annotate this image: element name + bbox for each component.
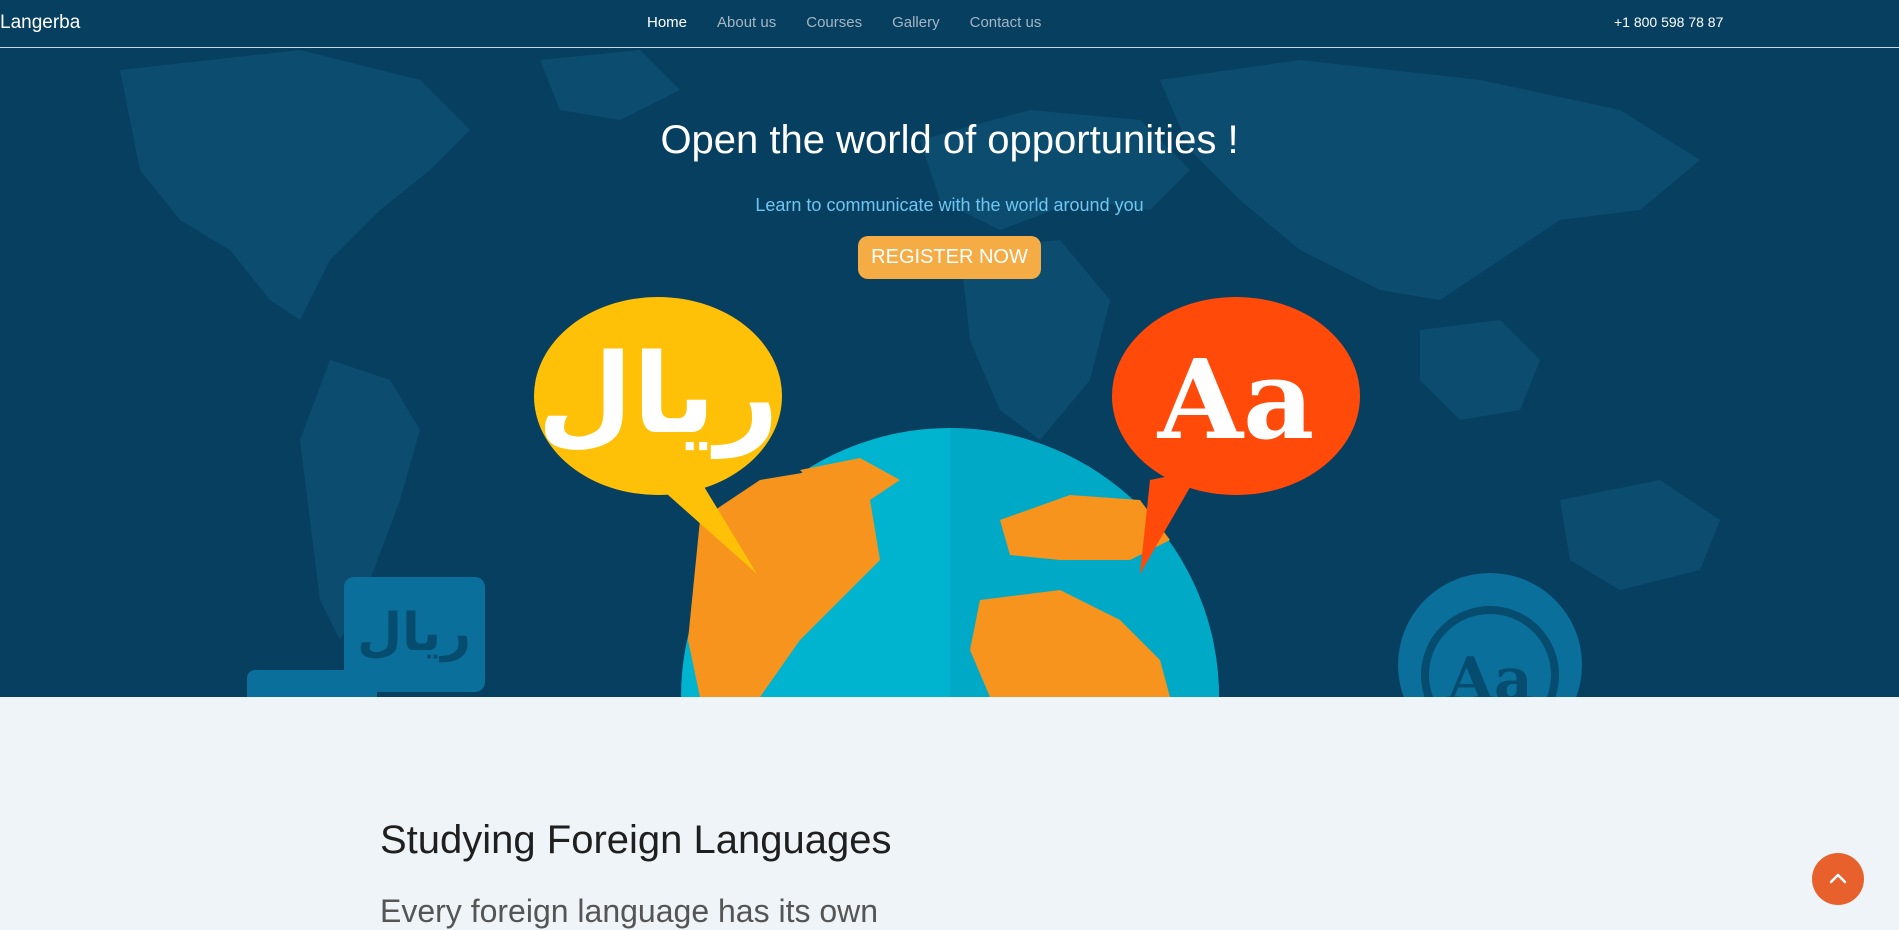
- small-right-circle-text: Aa: [1446, 645, 1532, 697]
- nav-item: About us: [717, 14, 776, 32]
- chevron-up-icon: [1829, 873, 1847, 884]
- scroll-to-top-button[interactable]: [1812, 853, 1864, 905]
- nav-link-gallery[interactable]: Gallery: [892, 14, 940, 31]
- speech-bubble-red: Aa: [1112, 297, 1360, 574]
- translate-circle-icon: Aa: [1398, 573, 1582, 697]
- small-chat-bubble-left: ريال: [247, 577, 485, 697]
- nav-link-about[interactable]: About us: [717, 14, 776, 31]
- section-text: Every foreign language has its own: [380, 893, 879, 929]
- nav-item: Courses: [806, 14, 862, 32]
- section-title: Studying Foreign Languages: [380, 818, 892, 862]
- nav-item: Home: [647, 14, 687, 32]
- nav-link-home[interactable]: Home: [647, 14, 687, 31]
- nav-item: Gallery: [892, 14, 940, 32]
- brand-logo[interactable]: Langerba: [0, 12, 80, 34]
- hero-title: Open the world of opportunities !: [660, 118, 1239, 162]
- phone-number[interactable]: +1 800 598 78 87: [1614, 14, 1723, 30]
- bubble-right-text: Aa: [1157, 335, 1315, 464]
- nav-item: Contact us: [970, 14, 1042, 32]
- globe-icon: [681, 428, 1219, 697]
- small-left-bubble-text: ريال: [357, 603, 471, 663]
- hero-illustration: ريال Aa ريال Aa: [247, 297, 1582, 697]
- bubble-left-text: ريال: [537, 330, 778, 459]
- register-now-button[interactable]: REGISTER NOW: [858, 236, 1041, 279]
- hero-subtitle: Learn to communicate with the world arou…: [755, 195, 1144, 215]
- top-navbar: Langerba Home About us Courses Gallery C…: [0, 0, 1899, 48]
- nav-menu: Home About us Courses Gallery Contact us: [647, 14, 1041, 32]
- nav-link-courses[interactable]: Courses: [806, 14, 862, 31]
- hero-section: ريال Aa ريال Aa Langerba Home About us C…: [0, 0, 1899, 697]
- nav-link-contact[interactable]: Contact us: [970, 14, 1042, 31]
